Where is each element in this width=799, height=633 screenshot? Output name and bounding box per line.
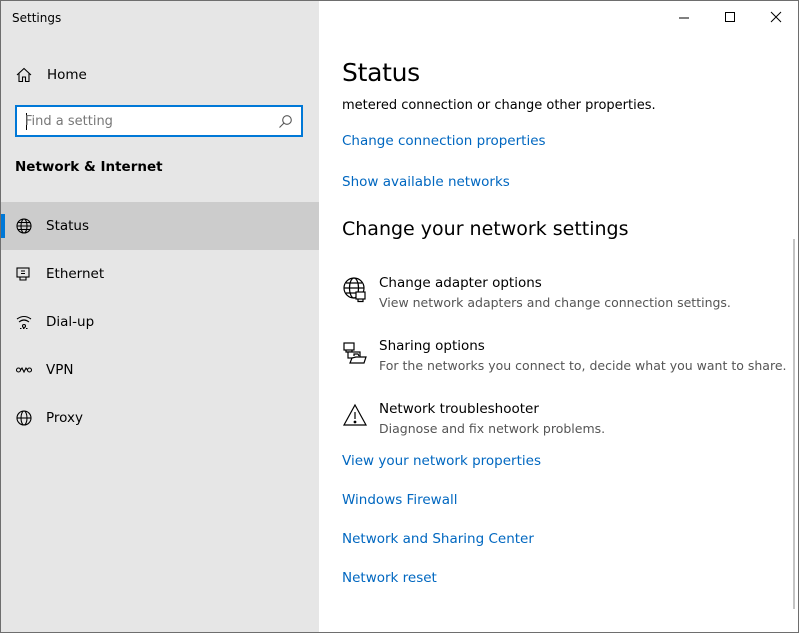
search-icon[interactable] xyxy=(278,114,293,129)
view-network-properties-link[interactable]: View your network properties xyxy=(342,453,541,469)
option-title: Sharing options xyxy=(379,338,485,354)
option-description: View network adapters and change connect… xyxy=(379,295,731,310)
option-title: Network troubleshooter xyxy=(379,401,539,417)
active-indicator xyxy=(1,214,5,238)
show-available-networks-link[interactable]: Show available networks xyxy=(342,174,510,190)
change-connection-properties-link[interactable]: Change connection properties xyxy=(342,133,546,149)
sidebar-item-label: Status xyxy=(46,218,90,234)
sidebar-item-proxy[interactable]: Proxy xyxy=(1,394,319,442)
sharing-icon xyxy=(342,340,368,366)
network-sharing-center-link[interactable]: Network and Sharing Center xyxy=(342,531,534,547)
partial-description: metered connection or change other prope… xyxy=(342,98,656,113)
sidebar-item-ethernet[interactable]: Ethernet xyxy=(1,250,319,298)
windows-firewall-link[interactable]: Windows Firewall xyxy=(342,492,457,508)
adapter-icon xyxy=(342,277,368,303)
vpn-icon xyxy=(15,361,33,379)
ethernet-icon xyxy=(15,265,33,283)
main-content: Status metered connection or change othe… xyxy=(319,1,798,632)
network-reset-link[interactable]: Network reset xyxy=(342,570,437,586)
sidebar-item-status[interactable]: Status xyxy=(1,202,319,250)
sidebar-item-label: VPN xyxy=(46,362,74,378)
sidebar-item-label: Ethernet xyxy=(46,266,105,282)
sidebar: Settings Home Network & Internet xyxy=(1,1,319,632)
option-title: Change adapter options xyxy=(379,275,542,291)
option-description: For the networks you connect to, decide … xyxy=(379,358,787,373)
globe-icon xyxy=(15,409,33,427)
sidebar-item-label: Proxy xyxy=(46,410,83,426)
sidebar-item-dialup[interactable]: Dial-up xyxy=(1,298,319,346)
search-box[interactable] xyxy=(15,105,303,137)
app-title: Settings xyxy=(12,11,62,25)
globe-icon xyxy=(15,217,33,235)
sidebar-item-vpn[interactable]: VPN xyxy=(1,346,319,394)
sidebar-section-title: Network & Internet xyxy=(15,159,163,175)
home-label: Home xyxy=(47,67,87,83)
warning-icon xyxy=(342,403,368,429)
sidebar-item-label: Dial-up xyxy=(46,314,95,330)
scrollbar[interactable] xyxy=(793,239,795,609)
home-icon xyxy=(15,66,33,84)
search-input[interactable] xyxy=(25,111,275,131)
home-nav-item[interactable]: Home xyxy=(1,57,319,93)
page-title: Status xyxy=(342,58,420,87)
settings-window: Settings Home Network & Internet xyxy=(0,0,799,633)
sharing-options-item[interactable]: Sharing options For the networks you con… xyxy=(342,338,787,388)
option-description: Diagnose and fix network problems. xyxy=(379,421,606,436)
dialup-icon xyxy=(15,313,33,331)
change-adapter-options-item[interactable]: Change adapter options View network adap… xyxy=(342,275,782,325)
section-heading: Change your network settings xyxy=(342,218,629,240)
network-troubleshooter-item[interactable]: Network troubleshooter Diagnose and fix … xyxy=(342,401,782,451)
